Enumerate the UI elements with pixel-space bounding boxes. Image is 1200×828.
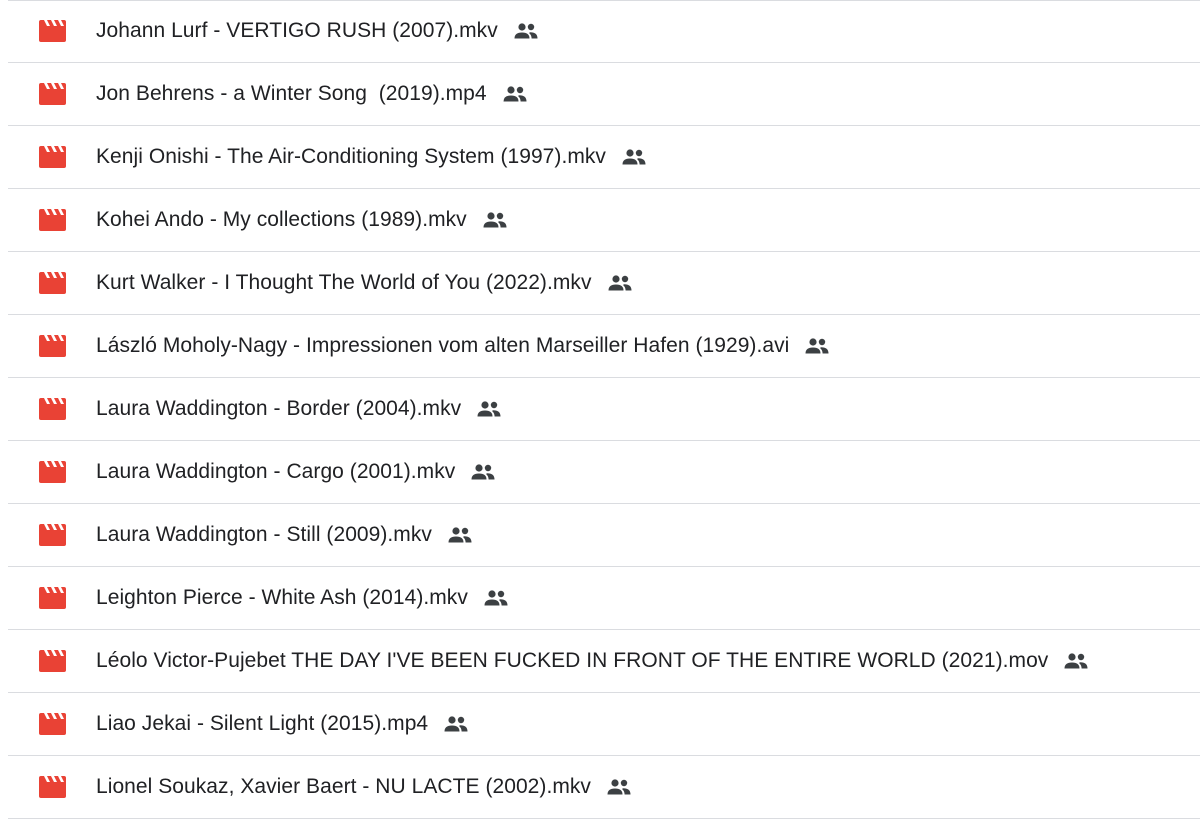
file-row[interactable]: Kurt Walker - I Thought The World of You…: [8, 252, 1200, 315]
file-name: Laura Waddington - Cargo (2001).mkv: [96, 460, 456, 483]
shared-people-icon: [442, 714, 470, 734]
shared-people-icon: [481, 210, 509, 230]
shared-people-icon: [475, 399, 503, 419]
video-file-icon: [38, 209, 66, 231]
video-file-icon: [38, 83, 66, 105]
video-file-icon: [38, 19, 66, 42]
file-row[interactable]: Kohei Ando - My collections (1989).mkv: [8, 189, 1200, 252]
file-name: Laura Waddington - Still (2009).mkv: [96, 523, 432, 546]
video-file-icon: [38, 461, 66, 483]
shared-people-icon: [446, 525, 474, 545]
file-name: Kurt Walker - I Thought The World of You…: [96, 271, 592, 294]
video-file-icon: [38, 272, 66, 294]
shared-people-icon: [482, 588, 510, 608]
video-file-icon: [38, 713, 66, 735]
shared-people-icon: [501, 84, 529, 104]
shared-people-icon: [620, 147, 648, 167]
video-file-icon: [38, 335, 66, 357]
file-name: Liao Jekai - Silent Light (2015).mp4: [96, 712, 429, 735]
file-name: Léolo Victor-Pujebet THE DAY I'VE BEEN F…: [96, 649, 1049, 672]
file-row[interactable]: Johann Lurf - VERTIGO RUSH (2007).mkv: [8, 0, 1200, 63]
file-row[interactable]: Leighton Pierce - White Ash (2014).mkv: [8, 567, 1200, 630]
file-name: László Moholy-Nagy - Impressionen vom al…: [96, 334, 790, 357]
file-name: Kenji Onishi - The Air-Conditioning Syst…: [96, 145, 606, 168]
video-file-icon: [38, 146, 66, 168]
shared-people-icon: [606, 273, 634, 293]
shared-people-icon: [605, 777, 633, 797]
shared-people-icon: [803, 336, 831, 356]
video-file-icon: [38, 776, 66, 798]
file-row[interactable]: Laura Waddington - Border (2004).mkv: [8, 378, 1200, 441]
file-name: Johann Lurf - VERTIGO RUSH (2007).mkv: [96, 18, 498, 42]
file-row[interactable]: Liao Jekai - Silent Light (2015).mp4: [8, 693, 1200, 756]
file-name: Kohei Ando - My collections (1989).mkv: [96, 208, 467, 231]
file-row[interactable]: Léolo Victor-Pujebet THE DAY I'VE BEEN F…: [8, 630, 1200, 693]
file-row[interactable]: Laura Waddington - Cargo (2001).mkv: [8, 441, 1200, 504]
file-row[interactable]: Kenji Onishi - The Air-Conditioning Syst…: [8, 126, 1200, 189]
file-name: Laura Waddington - Border (2004).mkv: [96, 397, 462, 420]
shared-people-icon: [469, 462, 497, 482]
file-name: Lionel Soukaz, Xavier Baert - NU LACTE (…: [96, 775, 591, 798]
file-row[interactable]: Lionel Soukaz, Xavier Baert - NU LACTE (…: [8, 756, 1200, 819]
video-file-icon: [38, 650, 66, 672]
file-name: Jon Behrens - a Winter Song (2019).mp4: [96, 82, 487, 105]
video-file-icon: [38, 398, 66, 420]
video-file-icon: [38, 587, 66, 609]
shared-people-icon: [1062, 651, 1090, 671]
file-list: Johann Lurf - VERTIGO RUSH (2007).mkv Jo…: [8, 0, 1200, 819]
file-row[interactable]: László Moholy-Nagy - Impressionen vom al…: [8, 315, 1200, 378]
file-row[interactable]: Jon Behrens - a Winter Song (2019).mp4: [8, 63, 1200, 126]
file-row[interactable]: Laura Waddington - Still (2009).mkv: [8, 504, 1200, 567]
video-file-icon: [38, 524, 66, 546]
file-name: Leighton Pierce - White Ash (2014).mkv: [96, 586, 468, 609]
shared-people-icon: [512, 21, 540, 41]
